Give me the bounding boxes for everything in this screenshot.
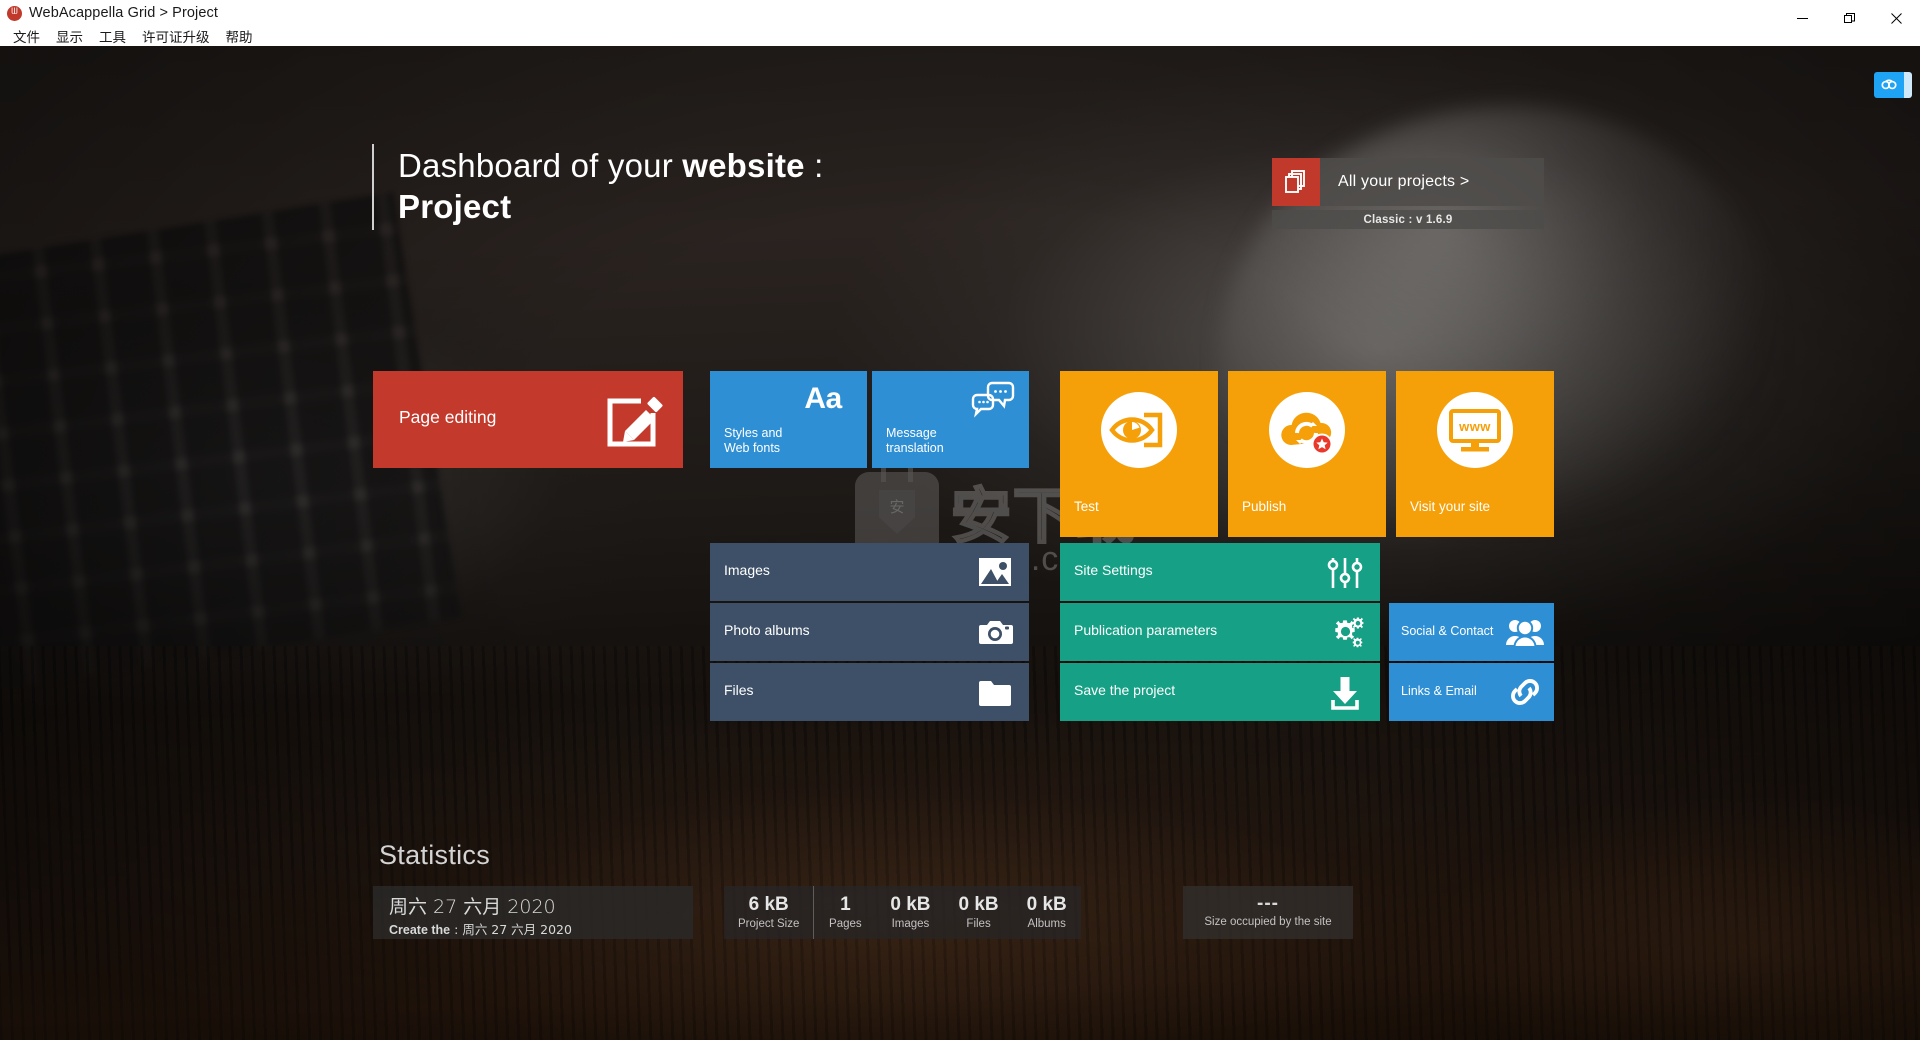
stat-files-label: Files bbox=[966, 917, 991, 930]
stat-project-size: 6 kB Project Size bbox=[724, 886, 815, 939]
download-save-icon bbox=[1326, 674, 1364, 712]
tile-links-email-label: Links & Email bbox=[1401, 684, 1477, 698]
stat-images-label: Images bbox=[891, 917, 930, 930]
cloud-publish-star-icon bbox=[1266, 389, 1348, 471]
stat-project-size-value: 6 kB bbox=[748, 893, 789, 915]
page-title-suffix: : bbox=[804, 147, 824, 184]
aa-glyph: Aa bbox=[804, 382, 842, 415]
chain-link-icon bbox=[1506, 673, 1544, 711]
tile-styles-label: Styles and Web fonts bbox=[724, 426, 783, 455]
statistics-site-size-panel: --- Size occupied by the site bbox=[1183, 886, 1353, 939]
tile-publish-label: Publish bbox=[1242, 499, 1287, 514]
menu-help[interactable]: 帮助 bbox=[218, 26, 261, 46]
stat-images-value: 0 kB bbox=[890, 893, 931, 915]
tile-message-translation[interactable]: Message translation bbox=[872, 371, 1029, 468]
documents-stack-icon bbox=[1272, 158, 1320, 206]
page-title-prefix: Dashboard of your bbox=[398, 147, 683, 184]
window-controls bbox=[1779, 0, 1920, 36]
all-your-projects-button[interactable]: All your projects > bbox=[1272, 158, 1544, 206]
menu-display[interactable]: 显示 bbox=[48, 26, 91, 46]
folder-icon bbox=[977, 674, 1013, 710]
statistics-created-row: Create the : 周六 27 六月 2020 bbox=[389, 919, 572, 938]
tile-test-label: Test bbox=[1074, 499, 1099, 514]
tile-translation-label: Message translation bbox=[886, 426, 944, 455]
window-title: WebAcappella Grid > Project bbox=[29, 5, 219, 21]
tile-visit-your-site[interactable]: www Visit your site bbox=[1396, 371, 1554, 537]
aa-typography-icon: Aa bbox=[793, 381, 853, 417]
tile-save-the-project-label: Save the project bbox=[1074, 682, 1176, 698]
menu-tools[interactable]: 工具 bbox=[91, 26, 134, 46]
stat-site-size-value: --- bbox=[1257, 893, 1279, 914]
stat-files-value: 0 kB bbox=[958, 893, 999, 915]
tile-publish[interactable]: Publish bbox=[1228, 371, 1386, 537]
titlebar-row: WebAcappella Grid > Project bbox=[0, 0, 1920, 26]
close-icon[interactable] bbox=[1873, 0, 1920, 36]
page-title-bold: website bbox=[682, 147, 805, 184]
window-titlebar: WebAcappella Grid > Project 文件 显示 工具 许可证… bbox=[0, 0, 1920, 46]
tile-files[interactable]: Files bbox=[710, 663, 1029, 721]
projects-panel: All your projects > Classic : v 1.6.9 bbox=[1272, 158, 1544, 229]
stat-pages-label: Pages bbox=[829, 917, 862, 930]
stat-albums-label: Albums bbox=[1027, 917, 1066, 930]
picture-icon bbox=[977, 554, 1013, 590]
statistics-created-label: Create the bbox=[389, 923, 451, 937]
tile-visit-label: Visit your site bbox=[1410, 499, 1491, 514]
stat-site-size-label: Size occupied by the site bbox=[1204, 916, 1332, 928]
statistics-date-panel: 周六 27 六月 2020 Create the : 周六 27 六月 2020 bbox=[373, 886, 693, 939]
all-your-projects-label: All your projects > bbox=[1338, 173, 1470, 190]
stat-pages-value: 1 bbox=[840, 893, 851, 915]
tile-social-contact-label: Social & Contact bbox=[1401, 624, 1494, 638]
statistics-date-main: 周六 27 六月 2020 bbox=[389, 896, 556, 918]
speech-bubbles-icon bbox=[969, 379, 1017, 419]
sliders-icon bbox=[1326, 554, 1364, 592]
page-title: Dashboard of your website : Project bbox=[372, 144, 823, 230]
statistics-created-sep: : bbox=[450, 922, 463, 937]
tile-images[interactable]: Images bbox=[710, 543, 1029, 601]
tile-site-settings-label: Site Settings bbox=[1074, 562, 1153, 578]
page-title-project-name: Project bbox=[398, 188, 512, 225]
version-label: Classic : v 1.6.9 bbox=[1363, 213, 1453, 226]
menu-license-upgrade[interactable]: 许可证升级 bbox=[134, 26, 218, 46]
cloud-sync-glyph bbox=[1874, 72, 1904, 98]
menubar: 文件 显示 工具 许可证升级 帮助 bbox=[5, 26, 261, 46]
tile-images-label: Images bbox=[724, 562, 770, 578]
cloud-sync-edge bbox=[1904, 72, 1912, 98]
page-title-line1: Dashboard of your website : bbox=[398, 144, 823, 187]
tile-social-and-contact[interactable]: Social & Contact bbox=[1389, 603, 1554, 661]
tile-publication-parameters-label: Publication parameters bbox=[1074, 622, 1218, 638]
tile-page-editing-label: Page editing bbox=[399, 407, 497, 427]
version-bar: Classic : v 1.6.9 bbox=[1272, 210, 1544, 229]
statistics-metrics-panel: 6 kB Project Size 1 Pages 0 kB Images 0 … bbox=[724, 886, 1081, 939]
tile-styles-and-web-fonts[interactable]: Aa Styles and Web fonts bbox=[710, 371, 867, 468]
stat-files: 0 kB Files bbox=[945, 886, 1013, 939]
tile-photo-albums-label: Photo albums bbox=[724, 622, 810, 638]
tile-save-the-project[interactable]: Save the project bbox=[1060, 663, 1380, 721]
stat-images: 0 kB Images bbox=[876, 886, 944, 939]
eye-preview-icon bbox=[1098, 389, 1180, 471]
tile-files-label: Files bbox=[724, 682, 754, 698]
tile-site-settings[interactable]: Site Settings bbox=[1060, 543, 1380, 601]
minimize-icon[interactable] bbox=[1779, 0, 1826, 36]
tile-page-editing[interactable]: Page editing bbox=[373, 371, 683, 468]
stat-project-size-label: Project Size bbox=[738, 917, 800, 930]
webacappella-logo-icon bbox=[7, 3, 22, 22]
tile-test[interactable]: Test bbox=[1060, 371, 1218, 537]
svg-text:www: www bbox=[1458, 419, 1491, 434]
tile-publication-parameters[interactable]: Publication parameters bbox=[1060, 603, 1380, 661]
monitor-www-icon: www bbox=[1434, 389, 1516, 471]
stat-albums-value: 0 kB bbox=[1026, 893, 1067, 915]
tile-photo-albums[interactable]: Photo albums bbox=[710, 603, 1029, 661]
gears-icon bbox=[1326, 614, 1364, 652]
statistics-heading: Statistics bbox=[379, 840, 491, 870]
maximize-icon[interactable] bbox=[1826, 0, 1873, 36]
people-group-icon bbox=[1506, 613, 1544, 651]
stat-albums: 0 kB Albums bbox=[1013, 886, 1081, 939]
stat-pages: 1 Pages bbox=[814, 886, 876, 939]
camera-icon bbox=[977, 614, 1013, 650]
tile-links-and-email[interactable]: Links & Email bbox=[1389, 663, 1554, 721]
edit-square-pencil-icon bbox=[603, 389, 665, 451]
menu-file[interactable]: 文件 bbox=[5, 26, 48, 46]
cloud-sync-icon[interactable] bbox=[1874, 72, 1912, 98]
statistics-created-value: 周六 27 六月 2020 bbox=[462, 922, 572, 937]
